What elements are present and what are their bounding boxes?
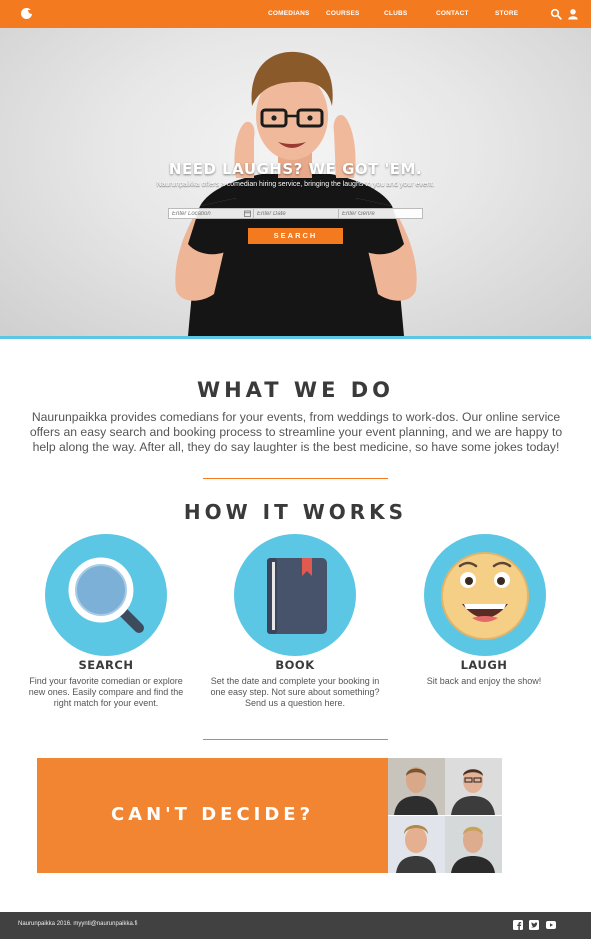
comedian-photo[interactable] [445, 816, 502, 873]
laugh-step-circle [424, 534, 546, 656]
twitter-icon[interactable] [529, 920, 539, 930]
comedian-photo[interactable] [388, 758, 445, 815]
what-we-do-title: WHAT WE DO [196, 378, 395, 402]
cant-decide-banner[interactable]: CAN'T DECIDE? [37, 758, 388, 873]
nav-link-comedians[interactable]: COMEDIANS [268, 10, 310, 17]
facebook-icon[interactable] [513, 920, 523, 930]
cant-decide-text: CAN'T DECIDE? [110, 804, 315, 825]
nav-link-clubs[interactable]: CLUBS [384, 10, 407, 17]
magnifier-icon [68, 557, 144, 633]
section-divider [203, 478, 388, 479]
search-icon[interactable] [550, 8, 562, 20]
hero-title: NEED LAUGHS? WE GOT 'EM. [168, 160, 423, 178]
step-text-search: Find your favorite comedian or explore n… [28, 676, 184, 708]
book-icon [267, 558, 327, 634]
genre-input[interactable] [338, 208, 423, 219]
nav-link-contact[interactable]: CONTACT [436, 10, 469, 17]
step-title-book: BOOK [275, 658, 315, 672]
section-divider-2 [203, 739, 388, 740]
date-input[interactable] [253, 208, 339, 219]
hero-subtitle: Naurunpaikka offers a comedian hiring se… [156, 181, 435, 188]
step-text-laugh: Sit back and enjoy the show! [426, 676, 542, 686]
footer: Naurunpaikka 2016. myynti@naurunpaikka.f… [0, 912, 591, 939]
comedian-photo[interactable] [445, 758, 502, 815]
step-title-search: SEARCH [78, 658, 134, 672]
step-text-book: Set the date and complete your booking i… [210, 676, 380, 708]
smiley-icon [441, 552, 529, 640]
footer-text: Naurunpaikka 2016. myynti@naurunpaikka.f… [18, 921, 138, 927]
step-title-laugh: LAUGH [460, 658, 508, 672]
top-navbar: COMEDIANS COURSES CLUBS CONTACT STORE [0, 0, 591, 28]
nav-link-store[interactable]: STORE [495, 10, 518, 17]
hero-accent-line [0, 336, 591, 339]
search-step-circle [45, 534, 167, 656]
what-we-do-text: Naurunpaikka provides comedians for your… [29, 410, 563, 454]
comedian-photo[interactable] [388, 816, 445, 873]
user-icon[interactable] [567, 8, 579, 20]
hero-search-button[interactable]: SEARCH [248, 228, 343, 244]
location-input[interactable] [168, 208, 254, 219]
nav-link-courses[interactable]: COURSES [326, 10, 360, 17]
hero-banner: NEED LAUGHS? WE GOT 'EM. Naurunpaikka of… [0, 28, 591, 336]
logo[interactable] [21, 8, 33, 19]
book-step-circle [234, 534, 356, 656]
how-it-works-title: HOW IT WORKS [183, 500, 408, 524]
youtube-icon[interactable] [546, 920, 556, 930]
calendar-icon[interactable] [244, 210, 251, 217]
